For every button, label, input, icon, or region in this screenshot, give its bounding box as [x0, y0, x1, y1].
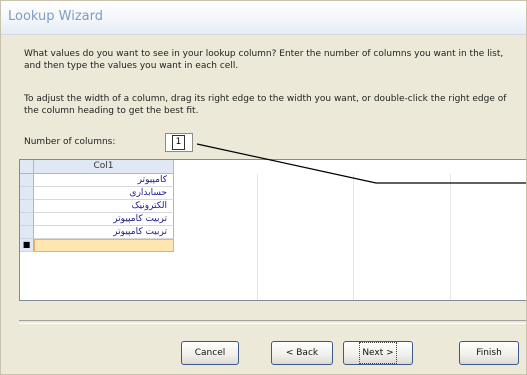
window-title: Lookup Wizard [8, 9, 104, 24]
cancel-button[interactable]: Cancel [181, 341, 239, 365]
next-button[interactable]: Next > [343, 341, 413, 365]
instruction-text-2: To adjust the width of a column, drag it… [24, 94, 507, 116]
row-selector[interactable] [20, 226, 34, 239]
grid-row[interactable]: تربیت کامپیوتر [20, 226, 174, 239]
grid-row[interactable]: کامپیوتر [20, 174, 174, 187]
grid-column-guide [353, 174, 354, 300]
button-area-divider [19, 320, 526, 324]
new-row-marker[interactable]: ■ [20, 239, 34, 252]
cancel-button-label: Cancel [194, 348, 226, 358]
grid-cell-new[interactable] [34, 239, 174, 252]
grid-new-row[interactable]: ■ [20, 239, 174, 252]
row-selector[interactable] [20, 200, 34, 213]
finish-button[interactable]: Finish [459, 341, 519, 365]
row-selector[interactable] [20, 187, 34, 200]
title-bar: Lookup Wizard [1, 1, 526, 35]
grid-cell[interactable]: کامپیوتر [34, 174, 174, 187]
back-button[interactable]: < Back [271, 341, 333, 365]
back-button-label: < Back [285, 348, 319, 358]
finish-button-label: Finish [476, 348, 502, 358]
next-button-label: Next > [359, 342, 397, 364]
lookup-wizard-window: Lookup Wizard What values do you want to… [0, 0, 527, 375]
grid-row[interactable]: الکترونیک [20, 200, 174, 213]
number-of-columns-input[interactable]: 1 [165, 133, 193, 152]
column-header-col1[interactable]: Col1 [34, 160, 174, 174]
grid-cell[interactable]: تربیت کامپیوتر [34, 226, 174, 239]
grid-corner-selector[interactable] [20, 160, 34, 174]
instruction-text-1: What values do you want to see in your l… [24, 49, 504, 71]
grid-cell[interactable]: تربیت کامپیوتر [34, 213, 174, 226]
row-selector[interactable] [20, 174, 34, 187]
grid-column-guide [257, 174, 258, 300]
grid-row[interactable]: حسابداری [20, 187, 174, 200]
grid-column-guide [450, 174, 451, 300]
number-of-columns-value: 1 [172, 135, 185, 150]
grid-cell[interactable]: الکترونیک [34, 200, 174, 213]
lookup-values-grid: Col1 کامپیوتر حسابداری الکترونیک تربیت ک… [19, 159, 526, 301]
grid-cell[interactable]: حسابداری [34, 187, 174, 200]
row-selector[interactable] [20, 213, 34, 226]
grid-row[interactable]: تربیت کامپیوتر [20, 213, 174, 226]
number-of-columns-label: Number of columns: [24, 137, 116, 147]
